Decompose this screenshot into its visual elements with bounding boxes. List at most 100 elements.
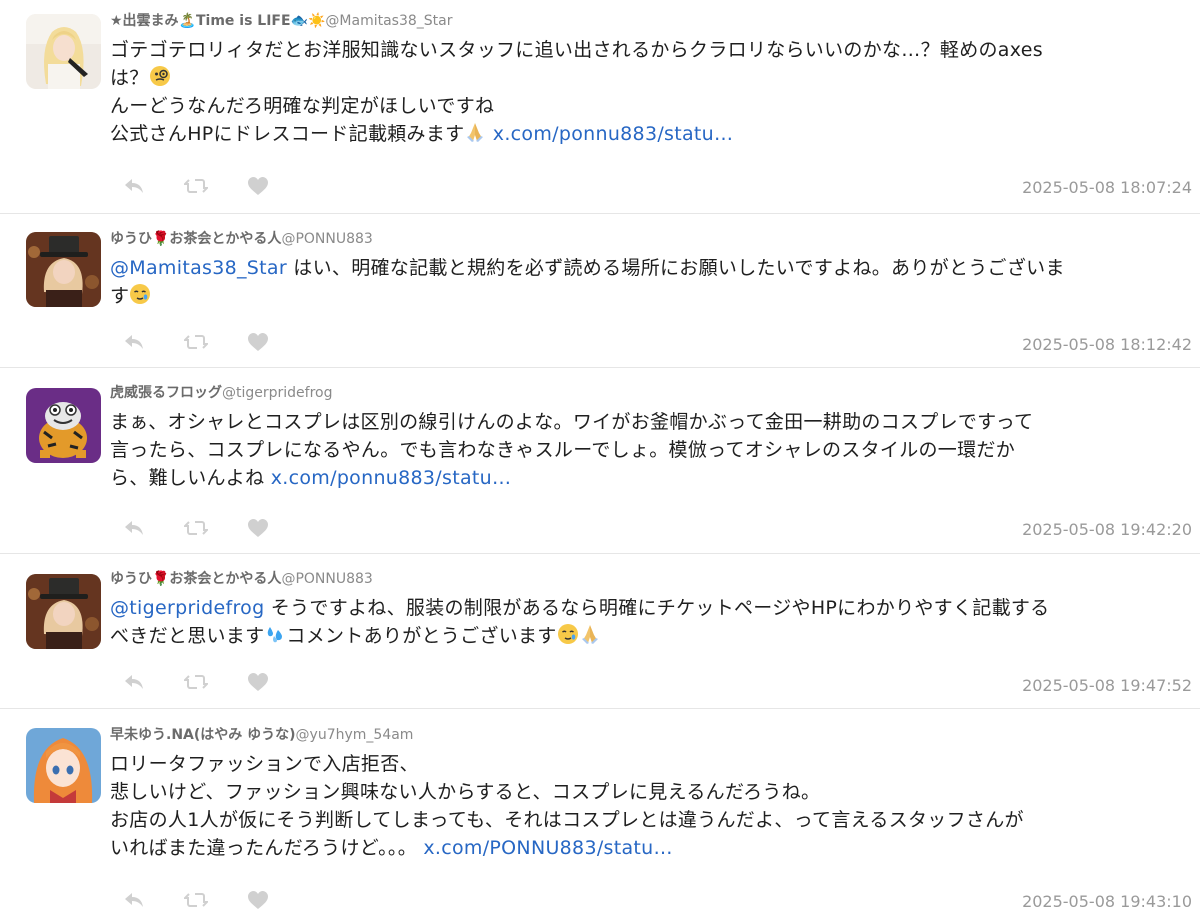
tweet-item[interactable]: ゆうひ🌹お茶会とかやる人@PONNU883 @Mamitas38_Star はい、… <box>0 214 1200 368</box>
retweet-icon[interactable] <box>182 174 210 198</box>
tweet-content: ゆうひ🌹お茶会とかやる人@PONNU883 @Mamitas38_Star はい、… <box>110 230 1192 310</box>
avatar[interactable] <box>26 14 101 89</box>
mention-link[interactable]: @Mamitas38_Star <box>110 257 287 279</box>
tweet-text-line: 公式さんHPにドレスコード記載頼みます x.com/ponnu883/statu… <box>110 120 1192 148</box>
reply-icon[interactable] <box>120 516 148 540</box>
status-link[interactable]: x.com/PONNU883/statu… <box>423 837 672 859</box>
tweet-content: ゆうひ🌹お茶会とかやる人@PONNU883 @tigerpridefrog そうで… <box>110 570 1192 650</box>
pray-emoji <box>464 123 486 145</box>
avatar[interactable] <box>26 728 101 803</box>
display-name[interactable]: ゆうひ🌹お茶会とかやる人 <box>110 571 281 587</box>
like-icon[interactable] <box>244 888 272 912</box>
retweet-icon[interactable] <box>182 330 210 354</box>
status-link[interactable]: x.com/ponnu883/statu… <box>271 467 512 489</box>
display-name[interactable]: 早未ゆう.NA(はやみ ゆうな) <box>110 727 296 743</box>
retweet-icon[interactable] <box>182 516 210 540</box>
tweet-text-line: 言ったら、コスプレになるやん。でも言わなきゃスルーでしょ。模倣ってオシャレのスタ… <box>110 436 1192 464</box>
tweet-item[interactable]: ★出雲まみ🏝️Time is LIFE🐟☀️@Mamitas38_Star ゴテゴ… <box>0 0 1200 214</box>
timestamp[interactable]: 2025-05-08 19:42:20 <box>1022 520 1192 539</box>
text-segment: は？ <box>110 67 149 89</box>
tweet-text-line: いればまた違ったんだろうけど。。。 x.com/PONNU883/statu… <box>110 834 1192 862</box>
tweet-actions <box>120 330 272 354</box>
display-name[interactable]: ★出雲まみ🏝️Time is LIFE🐟☀️ <box>110 13 325 29</box>
text-segment: ロリータファッションで入店拒否、 <box>110 753 419 775</box>
reply-icon[interactable] <box>120 174 148 198</box>
like-icon[interactable] <box>244 516 272 540</box>
text-segment: べきだと思います <box>110 625 265 647</box>
text-segment: ゴテゴテロリィタだとお洋服知識ないスタッフに追い出されるからクラロリならいいのか… <box>110 39 1043 61</box>
tweet-actions <box>120 516 272 540</box>
text-segment: いればまた違ったんだろうけど。。。 <box>110 837 424 859</box>
tweet-header: ゆうひ🌹お茶会とかやる人@PONNU883 <box>110 230 1192 248</box>
tweet-text: @tigerpridefrog そうですよね、服装の制限があるなら明確にチケット… <box>110 594 1192 650</box>
text-segment: す <box>110 285 130 307</box>
text-segment: 言ったら、コスプレになるやん。でも言わなきゃスルーでしょ。模倣ってオシャレのスタ… <box>110 439 1016 461</box>
timestamp[interactable]: 2025-05-08 18:07:24 <box>1022 178 1192 197</box>
tweet-text-line: @tigerpridefrog そうですよね、服装の制限があるなら明確にチケット… <box>110 594 1192 622</box>
user-handle[interactable]: @PONNU883 <box>281 571 372 587</box>
tweet-header: 早未ゆう.NA(はやみ ゆうな)@yu7hym_54am <box>110 726 1192 744</box>
like-icon[interactable] <box>244 670 272 694</box>
avatar[interactable] <box>26 574 101 649</box>
tweet-text: ロリータファッションで入店拒否、悲しいけど、ファッション興味ない人からすると、コ… <box>110 750 1192 862</box>
tweet-feed: ★出雲まみ🏝️Time is LIFE🐟☀️@Mamitas38_Star ゴテゴ… <box>0 0 1200 922</box>
user-handle[interactable]: @tigerpridefrog <box>222 385 333 401</box>
user-handle[interactable]: @yu7hym_54am <box>296 727 414 743</box>
tweet-text-line: まぁ、オシャレとコスプレは区別の線引けんのよな。ワイがお釜帽かぶって金田一耕助の… <box>110 408 1192 436</box>
text-segment: ら、難しいんよね <box>110 467 271 489</box>
tweet-content: 早未ゆう.NA(はやみ ゆうな)@yu7hym_54am ロリータファッションで入… <box>110 726 1192 862</box>
tweet-text-line: べきだと思います コメントありがとうございます <box>110 622 1192 650</box>
pray-emoji <box>579 625 601 647</box>
text-segment: んーどうなんだろ明確な判定がほしいですね <box>110 95 495 117</box>
timestamp[interactable]: 2025-05-08 18:12:42 <box>1022 335 1192 354</box>
tweet-text-line: お店の人1人が仮にそう判断してしまっても、それはコスプレとは違うんだよ、って言え… <box>110 806 1192 834</box>
tweet-item[interactable]: 早未ゆう.NA(はやみ ゆうな)@yu7hym_54am ロリータファッションで入… <box>0 709 1200 922</box>
tweet-text: まぁ、オシャレとコスプレは区別の線引けんのよな。ワイがお釜帽かぶって金田一耕助の… <box>110 408 1192 492</box>
retweet-icon[interactable] <box>182 670 210 694</box>
tweet-text: @Mamitas38_Star はい、明確な記載と規約を必ず読める場所にお願いし… <box>110 254 1192 310</box>
like-icon[interactable] <box>244 174 272 198</box>
tweet-text-line: 悲しいけど、ファッション興味ない人からすると、コスプレに見えるんだろうね。 <box>110 778 1192 806</box>
user-handle[interactable]: @Mamitas38_Star <box>325 13 452 29</box>
mention-link[interactable]: @tigerpridefrog <box>110 597 264 619</box>
teary-face-emoji <box>129 284 151 307</box>
reply-icon[interactable] <box>120 670 148 694</box>
tweet-text-line: んーどうなんだろ明確な判定がほしいですね <box>110 92 1192 120</box>
display-name[interactable]: ゆうひ🌹お茶会とかやる人 <box>110 231 281 247</box>
tweet-text-line: @Mamitas38_Star はい、明確な記載と規約を必ず読める場所にお願いし… <box>110 254 1192 282</box>
tweet-item[interactable]: 虎威張るフロッグ@tigerpridefrog まぁ、オシャレとコスプレは区別の線… <box>0 368 1200 554</box>
text-segment: 悲しいけど、ファッション興味ない人からすると、コスプレに見えるんだろうね。 <box>110 781 821 803</box>
avatar[interactable] <box>26 388 101 463</box>
reply-icon[interactable] <box>120 330 148 354</box>
user-handle[interactable]: @PONNU883 <box>281 231 372 247</box>
status-link[interactable]: x.com/ponnu883/statu… <box>486 123 733 145</box>
tweet-text-line: ロリータファッションで入店拒否、 <box>110 750 1192 778</box>
like-icon[interactable] <box>244 330 272 354</box>
text-segment: コメントありがとうございます <box>286 625 557 647</box>
text-segment: お店の人1人が仮にそう判断してしまっても、それはコスプレとは違うんだよ、って言え… <box>110 809 1024 831</box>
tweet-item[interactable]: ゆうひ🌹お茶会とかやる人@PONNU883 @tigerpridefrog そうで… <box>0 554 1200 709</box>
tweet-content: 虎威張るフロッグ@tigerpridefrog まぁ、オシャレとコスプレは区別の線… <box>110 384 1192 492</box>
timestamp[interactable]: 2025-05-08 19:47:52 <box>1022 676 1192 695</box>
tweet-header: 虎威張るフロッグ@tigerpridefrog <box>110 384 1192 402</box>
display-name[interactable]: 虎威張るフロッグ <box>110 385 222 401</box>
tweet-actions <box>120 888 272 912</box>
reply-icon[interactable] <box>120 888 148 912</box>
tweet-text-line: ら、難しいんよね x.com/ponnu883/statu… <box>110 464 1192 492</box>
timestamp[interactable]: 2025-05-08 19:43:10 <box>1022 892 1192 911</box>
monocle-face-emoji <box>149 66 171 89</box>
teary-face-emoji <box>557 624 579 647</box>
avatar[interactable] <box>26 232 101 307</box>
text-segment: 公式さんHPにドレスコード記載頼みます <box>110 123 465 145</box>
tweet-text-line: は？ <box>110 64 1192 92</box>
sweat-drops-emoji <box>264 625 286 647</box>
tweet-text: ゴテゴテロリィタだとお洋服知識ないスタッフに追い出されるからクラロリならいいのか… <box>110 36 1192 148</box>
retweet-icon[interactable] <box>182 888 210 912</box>
tweet-actions <box>120 670 272 694</box>
text-segment: まぁ、オシャレとコスプレは区別の線引けんのよな。ワイがお釜帽かぶって金田一耕助の… <box>110 411 1034 433</box>
tweet-header: ★出雲まみ🏝️Time is LIFE🐟☀️@Mamitas38_Star <box>110 12 1192 30</box>
tweet-header: ゆうひ🌹お茶会とかやる人@PONNU883 <box>110 570 1192 588</box>
tweet-actions <box>120 174 272 198</box>
text-segment: はい、明確な記載と規約を必ず読める場所にお願いしたいですよね。ありがとうございま <box>286 257 1065 279</box>
tweet-content: ★出雲まみ🏝️Time is LIFE🐟☀️@Mamitas38_Star ゴテゴ… <box>110 12 1192 148</box>
